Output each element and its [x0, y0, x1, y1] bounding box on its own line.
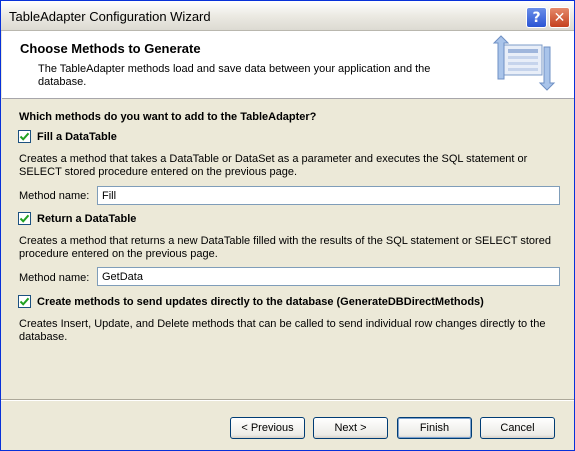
wizard-window: TableAdapter Configuration Wizard ? ✕ Ch… [0, 0, 575, 451]
return-method-name-label: Method name: [19, 272, 90, 284]
fill-method-name-label: Method name: [19, 190, 90, 202]
return-datatable-description: Creates a method that returns a new Data… [19, 235, 551, 260]
help-button[interactable]: ? [526, 7, 547, 28]
next-button[interactable]: Next > [313, 417, 388, 439]
footer-separator [1, 399, 574, 401]
help-icon: ? [532, 9, 541, 26]
close-button[interactable]: ✕ [549, 7, 570, 28]
return-datatable-label[interactable]: Return a DataTable [37, 213, 136, 225]
direct-methods-checkbox[interactable] [18, 295, 31, 308]
fill-datatable-label[interactable]: Fill a DataTable [37, 131, 117, 143]
data-transfer-icon [492, 35, 556, 91]
cancel-button-label: Cancel [500, 422, 535, 434]
fill-datatable-description: Creates a method that takes a DataTable … [19, 153, 528, 178]
methods-question: Which methods do you want to add to the … [19, 111, 317, 123]
title-bar[interactable]: TableAdapter Configuration Wizard ? ✕ [1, 1, 574, 31]
next-button-label: Next > [334, 422, 367, 434]
finish-button-label: Finish [419, 422, 450, 434]
direct-methods-description: Creates Insert, Update, and Delete metho… [19, 318, 546, 343]
previous-button-label: < Previous [241, 422, 294, 434]
direct-methods-option[interactable]: Create methods to send updates directly … [18, 295, 484, 308]
checkmark-icon [19, 214, 30, 223]
fill-datatable-checkbox[interactable] [18, 130, 31, 143]
page-description: The TableAdapter methods load and save d… [38, 63, 431, 88]
close-icon: ✕ [553, 9, 566, 26]
window-title: TableAdapter Configuration Wizard [9, 9, 211, 24]
direct-methods-label[interactable]: Create methods to send updates directly … [37, 296, 484, 308]
page-title: Choose Methods to Generate [20, 41, 201, 56]
checkmark-icon [19, 132, 30, 141]
finish-button[interactable]: Finish [397, 417, 472, 439]
return-datatable-checkbox[interactable] [18, 212, 31, 225]
return-datatable-option[interactable]: Return a DataTable [18, 212, 136, 225]
return-method-name-input[interactable] [97, 267, 560, 286]
previous-button[interactable]: < Previous [230, 417, 305, 439]
wizard-content: Which methods do you want to add to the … [1, 100, 574, 400]
wizard-header: Choose Methods to Generate The TableAdap… [2, 31, 574, 99]
fill-method-name-input[interactable] [97, 186, 560, 205]
checkmark-icon [19, 297, 30, 306]
fill-datatable-option[interactable]: Fill a DataTable [18, 130, 117, 143]
cancel-button[interactable]: Cancel [480, 417, 555, 439]
